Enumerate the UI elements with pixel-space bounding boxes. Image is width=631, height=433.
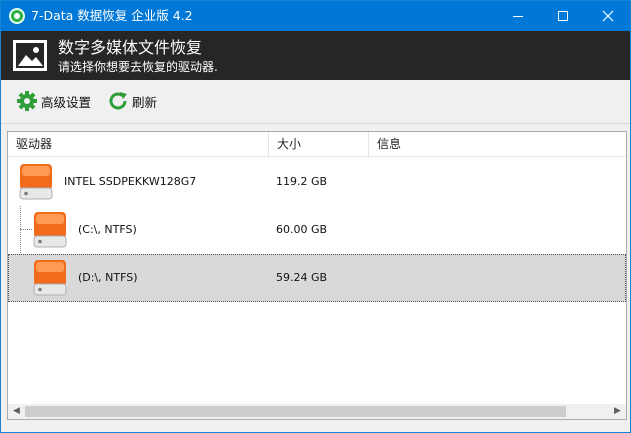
advanced-settings-label: 高级设置 — [41, 94, 92, 110]
drive-list[interactable]: 驱动器 大小 信息 INTEL SSDPEKKW128G7 119.2 GB (… — [7, 131, 627, 420]
drive-row-disk[interactable]: INTEL SSDPEKKW128G7 119.2 GB — [8, 158, 626, 206]
hard-drive-icon — [33, 212, 67, 248]
close-icon — [602, 10, 614, 22]
minimize-icon — [513, 16, 523, 17]
toolbar: 高级设置 刷新 — [1, 80, 630, 124]
image-icon — [13, 40, 47, 71]
refresh-icon — [107, 90, 129, 112]
maximize-icon — [558, 11, 568, 21]
column-drive[interactable]: 驱动器 — [8, 132, 269, 157]
column-size[interactable]: 大小 — [269, 132, 369, 157]
hard-drive-icon — [19, 164, 53, 200]
maximize-button[interactable] — [540, 1, 586, 31]
column-info[interactable]: 信息 — [369, 132, 626, 157]
banner-subtitle: 请选择你想要去恢复的驱动器. — [58, 60, 218, 74]
drive-label: (D:\, NTFS) — [78, 271, 138, 284]
refresh-button[interactable]: 刷新 — [107, 88, 157, 114]
app-window: 7-Data 数据恢复 企业版 4.2 数字多媒体文件恢复 请选择你想要去恢复的… — [0, 0, 631, 433]
close-button[interactable] — [585, 1, 630, 31]
drive-label: (C:\, NTFS) — [78, 223, 137, 236]
drive-size: 59.24 GB — [276, 271, 328, 284]
window-title: 7-Data 数据恢复 企业版 4.2 — [31, 8, 193, 23]
scrollbar-thumb[interactable] — [25, 406, 566, 417]
drive-row-d[interactable]: (D:\, NTFS) 59.24 GB — [8, 254, 626, 302]
minimize-button[interactable] — [495, 1, 541, 31]
hard-drive-icon — [33, 260, 67, 296]
drive-label: INTEL SSDPEKKW128G7 — [64, 175, 197, 188]
drive-row-c[interactable]: (C:\, NTFS) 60.00 GB — [8, 206, 626, 254]
horizontal-scrollbar[interactable]: ◀ ▶ — [8, 404, 626, 419]
header-banner: 数字多媒体文件恢复 请选择你想要去恢复的驱动器. — [1, 31, 630, 80]
drive-size: 60.00 GB — [276, 223, 328, 236]
scroll-right-icon[interactable]: ▶ — [609, 404, 626, 419]
drive-size: 119.2 GB — [276, 175, 328, 188]
app-icon — [9, 8, 25, 24]
title-bar[interactable]: 7-Data 数据恢复 企业版 4.2 — [1, 1, 630, 31]
column-header: 驱动器 大小 信息 — [8, 132, 626, 157]
advanced-settings-button[interactable]: 高级设置 — [16, 88, 91, 114]
scroll-left-icon[interactable]: ◀ — [8, 404, 25, 419]
gear-icon — [16, 90, 38, 112]
banner-title: 数字多媒体文件恢复 — [58, 38, 203, 57]
refresh-label: 刷新 — [132, 94, 158, 110]
